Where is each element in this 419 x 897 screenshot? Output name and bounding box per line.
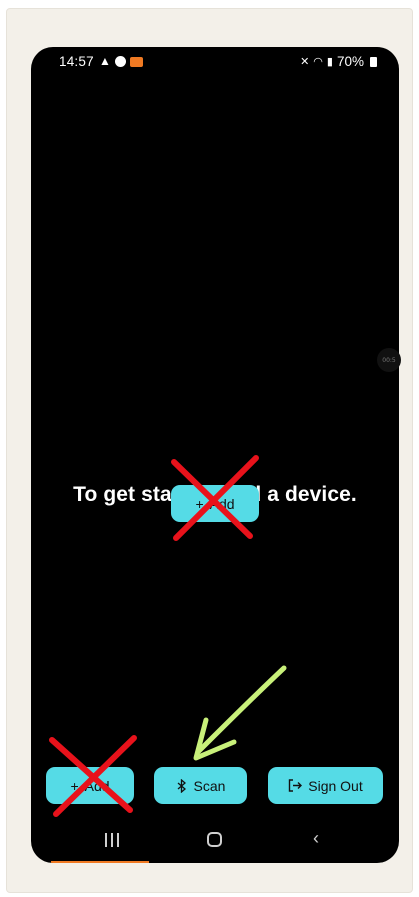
sign-out-label: Sign Out — [308, 777, 363, 794]
scan-button[interactable]: Scan — [154, 767, 247, 804]
add-device-button[interactable]: + Add — [171, 485, 259, 522]
mute-icon: ✕ — [300, 56, 310, 68]
plus-icon: + — [195, 495, 204, 512]
battery-percent: 70% — [336, 54, 364, 69]
whatsapp-icon — [114, 56, 126, 67]
scan-label: Scan — [193, 777, 226, 794]
battery-icon — [370, 56, 377, 67]
screen-record-icon — [129, 57, 143, 67]
sign-out-icon — [289, 779, 303, 792]
home-icon[interactable] — [207, 832, 222, 847]
wifi-icon: ◠ — [313, 56, 323, 68]
screen-record-indicator — [51, 861, 149, 863]
bottom-add-button[interactable]: + Add — [46, 767, 134, 804]
plus-icon: + — [70, 777, 79, 794]
recents-icon[interactable] — [105, 833, 119, 847]
signal-icon: ▮ — [326, 56, 333, 68]
status-notification-icons: ▲ — [99, 54, 143, 68]
recording-timer: 00:5 — [377, 348, 401, 372]
android-nav-bar: ‹ — [31, 819, 399, 863]
warning-icon: ▲ — [99, 54, 111, 68]
bluetooth-icon — [177, 778, 186, 793]
status-time: 14:57 — [59, 54, 94, 69]
status-system-icons: ✕ ◠ ▮ 70% — [300, 54, 377, 69]
phone-screen: 14:57 ▲ ✕ ◠ ▮ 70% To get started, add a … — [31, 47, 399, 863]
bottom-add-label: Add — [84, 777, 110, 794]
back-icon[interactable]: ‹ — [313, 828, 319, 849]
sign-out-button[interactable]: Sign Out — [268, 767, 383, 804]
status-bar: 14:57 ▲ ✕ ◠ ▮ 70% — [31, 47, 399, 75]
add-device-label: Add — [209, 495, 235, 512]
